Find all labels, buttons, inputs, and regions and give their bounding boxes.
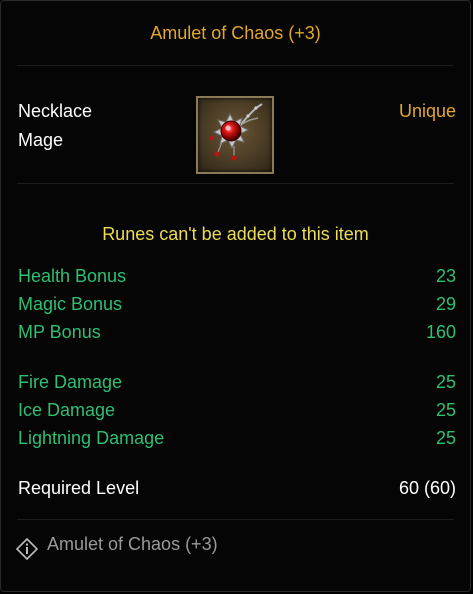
stat-row-ice-damage: Ice Damage 25 <box>18 400 456 424</box>
stat-label: Health Bonus <box>18 266 127 286</box>
stat-value: 160 <box>425 322 456 342</box>
stat-label: Ice Damage <box>18 400 116 420</box>
footer-item-name: Amulet of Chaos (+3) <box>47 534 218 554</box>
item-tooltip: Amulet of Chaos (+3) Necklace Mage Uniqu… <box>0 0 471 592</box>
stat-row-mp-bonus: MP Bonus 160 <box>18 322 456 346</box>
footer-divider <box>17 519 454 520</box>
stat-row-magic-bonus: Magic Bonus 29 <box>18 294 456 318</box>
stat-value: 23 <box>435 266 456 286</box>
stat-value: 25 <box>435 400 456 420</box>
stat-row-fire-damage: Fire Damage 25 <box>18 372 456 396</box>
required-level-row: Required Level 60 (60) <box>18 478 456 502</box>
item-rarity: Unique <box>398 101 456 121</box>
item-name-title: Amulet of Chaos (+3) <box>150 23 321 43</box>
red-gem-amulet-icon <box>210 103 263 161</box>
required-level-label: Required Level <box>18 478 140 498</box>
title-divider <box>17 65 454 66</box>
stat-value: 29 <box>435 294 456 314</box>
stat-row-lightning-damage: Lightning Damage 25 <box>18 428 456 452</box>
required-level-value: 60 (60) <box>398 478 456 498</box>
item-icon-slot[interactable] <box>196 96 274 174</box>
stat-value: 25 <box>435 372 456 392</box>
stat-value: 25 <box>435 428 456 448</box>
stat-label: MP Bonus <box>18 322 101 342</box>
stat-label: Magic Bonus <box>18 294 123 314</box>
header-divider <box>17 183 454 184</box>
stat-row-health-bonus: Health Bonus 23 <box>18 266 456 290</box>
item-class: Mage <box>18 130 64 150</box>
runes-note: Runes can't be added to this item <box>102 224 369 244</box>
item-slot-type: Necklace <box>18 101 93 121</box>
stat-label: Lightning Damage <box>18 428 165 448</box>
info-diamond-icon <box>15 537 39 561</box>
stat-label: Fire Damage <box>18 372 123 392</box>
